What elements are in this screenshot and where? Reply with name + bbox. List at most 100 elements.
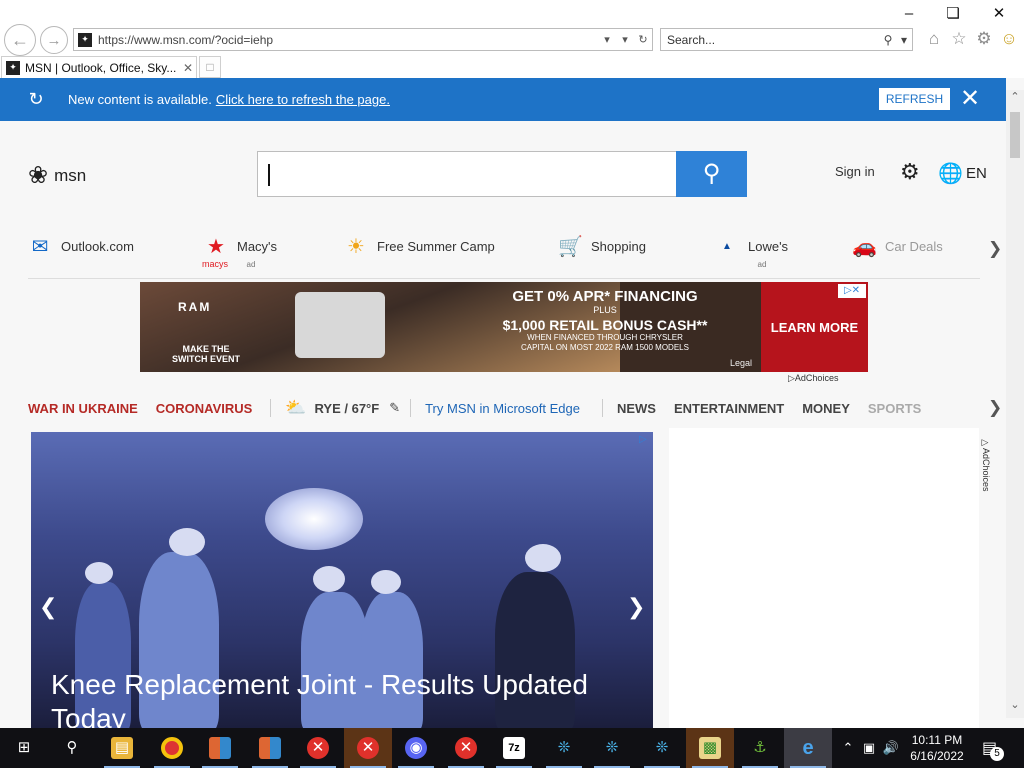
new-tab-button[interactable]: □	[199, 56, 221, 78]
ad-fine-print-2: CAPITAL ON MOST 2022 RAM 1500 MODELS	[521, 343, 689, 352]
taskbar-clock[interactable]: 10:11 PM 6/16/2022	[906, 732, 968, 764]
hero-carousel[interactable]: ❮ ❯ ▷ Knee Replacement Joint - Results U…	[31, 432, 653, 728]
back-button[interactable]: ←	[4, 24, 36, 56]
carousel-prev-icon[interactable]: ❮	[39, 594, 57, 620]
truck-image	[295, 292, 385, 358]
fish-icon: ❊	[557, 739, 571, 756]
quick-link-macys[interactable]: ★ Macy's ad macys	[202, 235, 277, 269]
home-icon[interactable]: ⌂	[924, 29, 944, 49]
show-hidden-icons-icon[interactable]: ⌃	[838, 740, 858, 756]
ram-ad-banner[interactable]: RAM MAKE THE SWITCH EVENT GET 0% APR* FI…	[140, 282, 868, 372]
tools-gear-icon[interactable]: ⚙	[974, 29, 994, 49]
restore-button[interactable]: ❏	[930, 3, 976, 25]
topic-sports[interactable]: SPORTS	[868, 401, 921, 416]
volume-icon[interactable]: 🔊	[880, 740, 902, 756]
folder-icon: ▤	[111, 737, 133, 759]
fish-app-button-3[interactable]: ❊	[638, 728, 686, 768]
topics-next-icon[interactable]: ❯	[988, 398, 1002, 418]
edit-pencil-icon[interactable]: ✎	[389, 400, 400, 416]
fish-app-button-1[interactable]: ❊	[540, 728, 588, 768]
refresh-icon[interactable]: ↻	[634, 33, 652, 46]
discord-icon: ◉	[405, 737, 427, 759]
weather-temp: RYE / 67°F	[314, 400, 380, 416]
network-icon[interactable]: ▣	[858, 740, 880, 756]
close-app-button-1[interactable]: ✕	[294, 728, 342, 768]
adchoices-vertical-label[interactable]: ▷AdChoices	[981, 438, 991, 492]
msn-search-button[interactable]: ⚲	[676, 151, 747, 197]
settings-gear-icon[interactable]: ⚙	[900, 159, 920, 185]
app-button-1[interactable]	[196, 728, 244, 768]
topic-coronavirus[interactable]: CORONAVIRUS	[156, 401, 253, 416]
7zip-button[interactable]: 7z	[490, 728, 538, 768]
taskbar-search-button[interactable]: ⚲	[48, 728, 96, 768]
minimize-button[interactable]: –	[886, 3, 932, 25]
side-ad-slot[interactable]: ▷AdChoices	[669, 428, 991, 728]
quick-links-bar: ✉ Outlook.com ★ Macy's ad macys ☀ Free S…	[28, 235, 980, 279]
close-tab-icon[interactable]: ✕	[180, 61, 196, 75]
surgeon-cap	[85, 562, 113, 584]
page-scrollbar[interactable]: ⌃ ⌄	[1006, 90, 1024, 718]
quick-link-lowes[interactable]: ▲ Lowe's ad	[715, 235, 788, 269]
hero-caption[interactable]: Knee Replacement Joint - Results Updated…	[51, 668, 631, 728]
close-app-icon: ✕	[455, 737, 477, 759]
frog-app-button[interactable]: ⚓	[736, 728, 784, 768]
try-edge-link[interactable]: Try MSN in Microsoft Edge	[425, 401, 580, 416]
chrome-button[interactable]	[148, 728, 196, 768]
refresh-button[interactable]: REFRESH	[879, 88, 950, 110]
discord-button[interactable]: ◉	[392, 728, 440, 768]
sign-in-link[interactable]: Sign in	[835, 164, 875, 179]
browser-search-box[interactable]: Search... ⚲ ▾	[660, 28, 913, 51]
topic-war-in-ukraine[interactable]: WAR IN UKRAINE	[28, 401, 138, 416]
quick-link-car-deals[interactable]: 🚗 Car Deals	[852, 235, 943, 259]
shopping-cart-icon: 🛒	[558, 236, 583, 258]
adchoices-link[interactable]: ▷AdChoices	[788, 373, 838, 384]
address-url[interactable]: https://www.msn.com/?ocid=iehp	[98, 33, 598, 47]
msn-logo[interactable]: ❀ msn	[28, 161, 86, 190]
topic-entertainment[interactable]: ENTERTAINMENT	[674, 401, 784, 416]
internet-explorer-button[interactable]: e	[784, 728, 832, 768]
ad-plus: PLUS	[593, 305, 617, 315]
topic-money[interactable]: MONEY	[802, 401, 850, 416]
close-window-button[interactable]: ✕	[976, 3, 1022, 25]
quick-link-label: Outlook.com	[61, 239, 134, 254]
chart-app-button[interactable]: ▩	[686, 728, 734, 768]
smiley-feedback-icon[interactable]: ☺	[999, 29, 1019, 49]
7zip-icon: 7z	[503, 737, 525, 759]
language-label[interactable]: EN	[966, 165, 987, 182]
back-arrow-icon: ←	[11, 29, 29, 50]
msn-search-input[interactable]: ⚲	[257, 151, 747, 197]
quick-link-outlook[interactable]: ✉ Outlook.com	[28, 235, 134, 259]
ad-close-icon[interactable]: ▷✕	[838, 284, 866, 298]
scroll-up-icon[interactable]: ⌃	[1006, 90, 1024, 106]
close-app-button-3[interactable]: ✕	[442, 728, 490, 768]
file-explorer-button[interactable]: ▤	[98, 728, 146, 768]
surgical-lamp-image	[265, 488, 363, 550]
fish-app-button-2[interactable]: ❊	[588, 728, 636, 768]
favorites-star-icon[interactable]: ☆	[949, 29, 969, 49]
quick-link-shopping[interactable]: 🛒 Shopping	[558, 235, 646, 259]
carousel-next-icon[interactable]: ❯	[627, 594, 645, 620]
app-button-2[interactable]	[246, 728, 294, 768]
close-notification-icon[interactable]: ✕	[958, 84, 982, 114]
quick-links-next-icon[interactable]: ❯	[988, 239, 1002, 259]
weather-widget[interactable]: ⛅ RYE / 67°F ✎	[285, 398, 400, 418]
globe-icon[interactable]: 🌐	[938, 161, 963, 186]
quick-link-summer-camp[interactable]: ☀ Free Summer Camp	[344, 235, 495, 259]
start-button[interactable]: ⊞	[0, 728, 48, 768]
address-search-icon[interactable]: ▾	[598, 33, 616, 46]
scroll-down-icon[interactable]: ⌄	[1006, 698, 1024, 714]
close-app-icon: ✕	[357, 737, 379, 759]
search-icon[interactable]: ⚲	[880, 33, 896, 47]
refresh-link[interactable]: Click here to refresh the page.	[216, 92, 390, 107]
address-bar[interactable]: ✦ https://www.msn.com/?ocid=iehp ▾ ▾ ↻	[73, 28, 653, 51]
ad-legal-link[interactable]: Legal	[730, 358, 752, 368]
browser-tab[interactable]: ✦ MSN | Outlook, Office, Sky... ✕	[1, 56, 197, 78]
close-app-button-2[interactable]: ✕	[344, 728, 392, 768]
search-dropdown-icon[interactable]: ▾	[896, 33, 912, 47]
scroll-thumb[interactable]	[1010, 112, 1020, 158]
forward-button[interactable]: →	[40, 26, 68, 54]
ad-marker-icon[interactable]: ▷	[639, 434, 647, 445]
dropdown-icon[interactable]: ▾	[616, 33, 634, 46]
search-placeholder[interactable]: Search...	[667, 33, 880, 47]
topic-news[interactable]: NEWS	[617, 401, 656, 416]
